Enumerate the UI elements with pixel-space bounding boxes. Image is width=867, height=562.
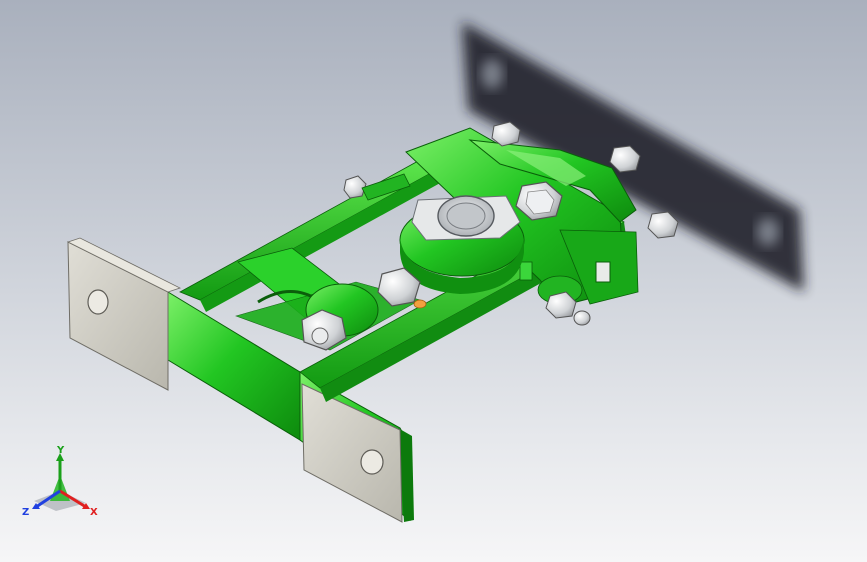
mounting-tab-left[interactable] <box>66 237 182 391</box>
assembly-model-view[interactable] <box>0 0 867 562</box>
x-axis-label: X <box>90 507 98 518</box>
z-axis-label: Z <box>22 507 29 518</box>
bearing-housing[interactable] <box>399 195 525 294</box>
housing-window <box>595 261 611 283</box>
cad-3d-viewport[interactable]: Y X Z <box>0 0 867 562</box>
view-orientation-triad[interactable]: Y X Z <box>20 445 110 525</box>
triad-graphic: Y X Z <box>22 445 98 518</box>
y-axis-label: Y <box>56 445 65 456</box>
